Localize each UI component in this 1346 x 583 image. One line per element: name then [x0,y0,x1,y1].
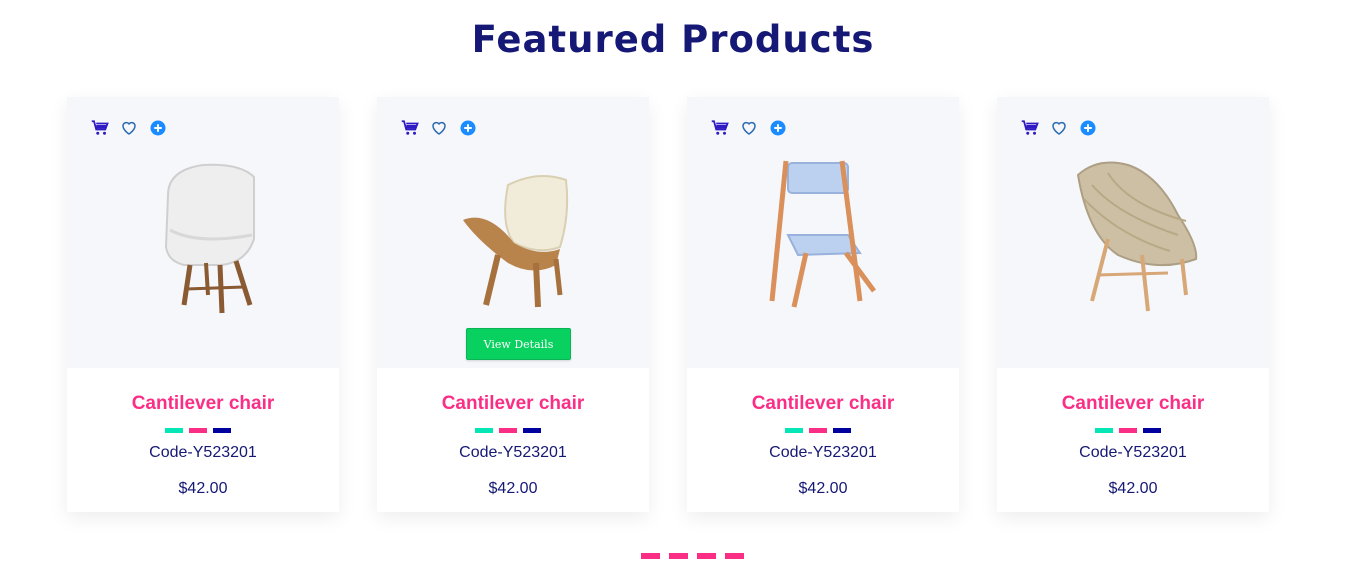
zoom-plus-icon[interactable] [1079,119,1097,137]
section-title: Featured Products [471,18,875,61]
heart-icon[interactable] [740,119,758,137]
zoom-plus-icon[interactable] [459,119,477,137]
product-image [463,175,569,308]
product-actions [1021,119,1097,137]
pagination-dot[interactable] [669,553,688,559]
cart-icon[interactable] [91,119,109,137]
product-card-3[interactable]: Cantilever chair Code-Y523201 $42.00 [687,97,959,512]
pagination-dot[interactable] [697,553,716,559]
product-name[interactable]: Cantilever chair [997,393,1269,415]
product-code: Code-Y523201 [459,444,567,461]
pagination-dot[interactable] [641,553,660,559]
zoom-plus-icon[interactable] [149,119,167,137]
product-code: Code-Y523201 [1079,444,1187,461]
zoom-plus-icon[interactable] [769,119,787,137]
carousel-pagination [641,553,744,559]
heart-icon[interactable] [430,119,448,137]
product-image [769,160,877,308]
product-price: $42.00 [488,480,538,497]
color-swatches [1095,428,1161,433]
product-card-4[interactable]: Cantilever chair Code-Y523201 $42.00 [997,97,1269,512]
cart-icon[interactable] [711,119,729,137]
color-swatches [785,428,851,433]
cart-icon[interactable] [401,119,419,137]
product-price: $42.00 [1108,480,1158,497]
product-code: Code-Y523201 [149,444,257,461]
product-image-area [997,97,1269,368]
product-actions [711,119,787,137]
product-card-1[interactable]: Cantilever chair Code-Y523201 $42.00 [67,97,339,512]
color-swatch[interactable] [833,428,851,433]
color-swatch[interactable] [499,428,517,433]
product-image-area [67,97,339,368]
view-details-button[interactable]: View Details [466,328,571,360]
color-swatch[interactable] [189,428,207,433]
color-swatch[interactable] [475,428,493,433]
product-name[interactable]: Cantilever chair [67,393,339,415]
product-code: Code-Y523201 [769,444,877,461]
cart-icon[interactable] [1021,119,1039,137]
product-actions [91,119,167,137]
color-swatch[interactable] [165,428,183,433]
product-image [1076,161,1198,312]
color-swatch[interactable] [1119,428,1137,433]
product-card-2[interactable]: View Details Cantilever chair Code-Y5232… [377,97,649,512]
color-swatch[interactable] [523,428,541,433]
product-price: $42.00 [178,480,228,497]
color-swatch[interactable] [809,428,827,433]
featured-products-list: Cantilever chair Code-Y523201 $42.00 Vie [67,97,1269,512]
color-swatch[interactable] [1095,428,1113,433]
product-name[interactable]: Cantilever chair [377,393,649,415]
color-swatches [475,428,541,433]
product-image-area [687,97,959,368]
product-actions [401,119,477,137]
product-name[interactable]: Cantilever chair [687,393,959,415]
product-image-area: View Details [377,97,649,368]
color-swatch[interactable] [213,428,231,433]
pagination-dot[interactable] [725,553,744,559]
product-image [164,163,255,314]
color-swatch[interactable] [1143,428,1161,433]
color-swatches [165,428,231,433]
heart-icon[interactable] [120,119,138,137]
color-swatch[interactable] [785,428,803,433]
heart-icon[interactable] [1050,119,1068,137]
product-price: $42.00 [798,480,848,497]
